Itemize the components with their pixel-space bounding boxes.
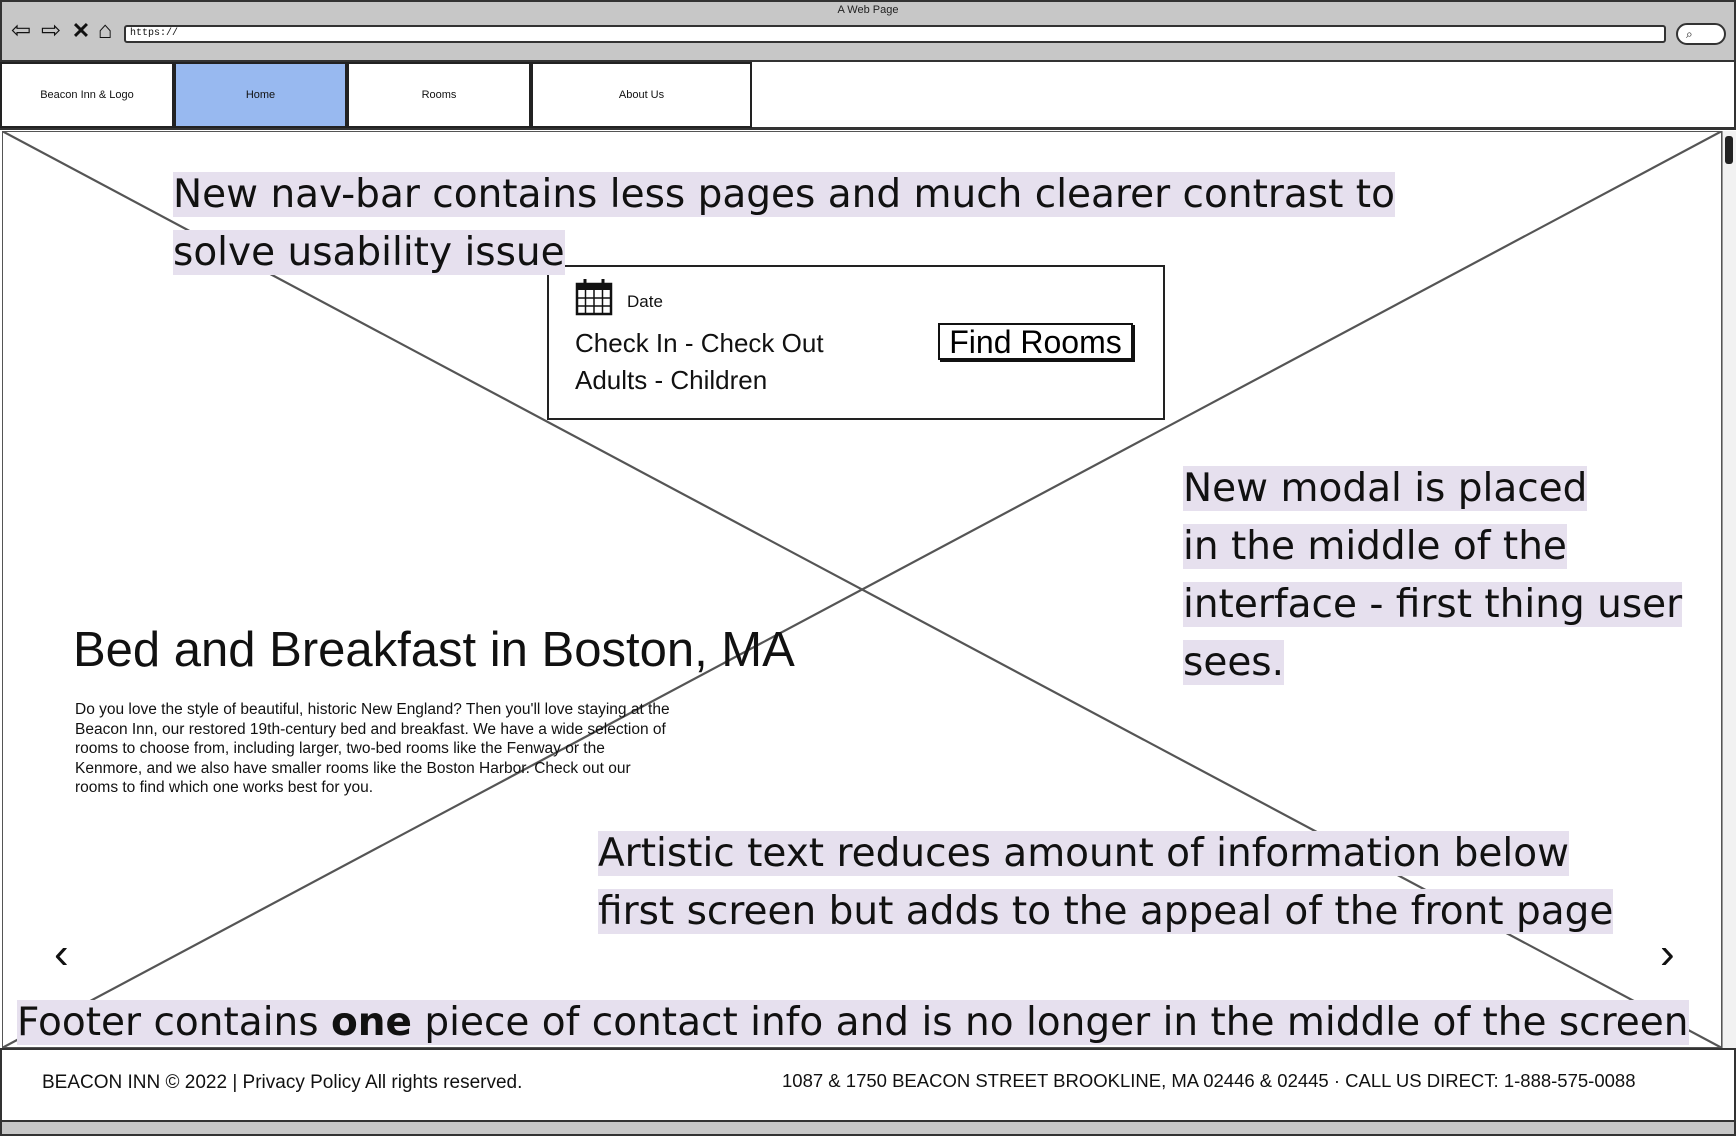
find-rooms-button[interactable]: Find Rooms: [938, 323, 1133, 360]
footer-contact: 1087 & 1750 BEACON STREET BROOKLINE, MA …: [782, 1070, 1636, 1091]
url-input[interactable]: https://: [124, 25, 1666, 43]
annotation-modal-line: in the middle of the: [1183, 524, 1567, 569]
annotation-footer-pre: Footer contains: [17, 1000, 331, 1045]
search-button[interactable]: ⌕: [1676, 23, 1726, 45]
annotation-modal-line: interface - first thing user: [1183, 582, 1683, 627]
annotation-footer-bold: one: [330, 1000, 412, 1045]
hero-description: Do you love the style of beautiful, hist…: [75, 701, 670, 796]
annotation-artistic-line: first screen but adds to the appeal of t…: [598, 889, 1614, 934]
back-icon[interactable]: ⇦: [8, 18, 34, 44]
nav-item-about[interactable]: About Us: [531, 62, 752, 128]
window-title: A Web Page: [837, 4, 899, 16]
calendar-icon[interactable]: [575, 278, 613, 316]
check-in-check-out-field[interactable]: Check In - Check Out: [575, 328, 824, 359]
adults-children-field[interactable]: Adults - Children: [575, 365, 767, 396]
hero-title: Bed and Breakfast in Boston, MA: [73, 623, 795, 677]
annotation-nav-text: New nav-bar contains less pages and much…: [173, 172, 1395, 275]
close-icon[interactable]: ✕: [68, 18, 94, 44]
annotation-modal-line: New modal is placed: [1183, 466, 1588, 511]
date-label: Date: [627, 292, 663, 311]
nav-item-rooms[interactable]: Rooms: [347, 62, 531, 128]
annotation-modal-line: sees.: [1183, 640, 1285, 685]
annotation-nav: New nav-bar contains less pages and much…: [173, 166, 1413, 282]
annotation-footer-text: Footer contains one piece of contact inf…: [17, 1000, 1689, 1045]
annotation-artistic: Artistic text reduces amount of informat…: [598, 825, 1736, 941]
annotation-footer-post: piece of contact info and is no longer i…: [411, 1000, 1689, 1045]
annotation-artistic-line: Artistic text reduces amount of informat…: [598, 831, 1569, 876]
nav-logo[interactable]: Beacon Inn & Logo: [0, 62, 174, 128]
forward-icon[interactable]: ⇨: [38, 18, 64, 44]
home-icon[interactable]: ⌂: [92, 18, 118, 44]
annotation-modal: New modal is placed in the middle of the…: [1183, 460, 1736, 692]
search-icon: ⌕: [1686, 27, 1693, 41]
nav-item-home[interactable]: Home: [174, 62, 347, 128]
scrollbar-thumb[interactable]: [1725, 136, 1733, 164]
carousel-prev-icon[interactable]: ‹: [54, 932, 69, 976]
annotation-footer: Footer contains one piece of contact inf…: [17, 994, 1736, 1052]
footer-copyright: BEACON INN © 2022 | Privacy Policy All r…: [42, 1072, 523, 1093]
browser-status-bar: [0, 1120, 1736, 1136]
